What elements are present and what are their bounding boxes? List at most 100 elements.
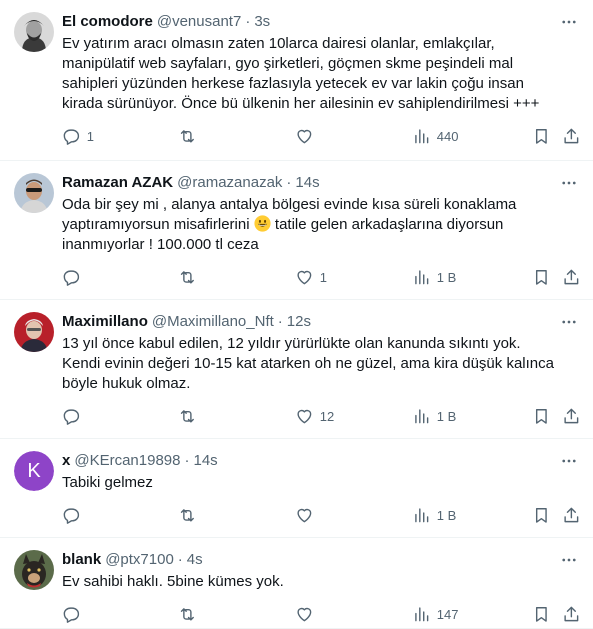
share-button[interactable] (562, 406, 581, 426)
views-button[interactable]: 147 (412, 604, 458, 624)
avatar[interactable]: K (14, 451, 54, 491)
timestamp[interactable]: 14s (295, 173, 319, 193)
heart-icon (297, 270, 312, 284)
timestamp[interactable]: 12s (287, 312, 311, 332)
more-icon[interactable] (559, 173, 579, 193)
analytics-icon (415, 607, 429, 621)
timestamp[interactable]: 14s (193, 451, 217, 471)
more-icon[interactable] (559, 312, 579, 332)
bookmark-button[interactable] (532, 126, 551, 146)
author-name[interactable]: Ramazan AZAK (62, 173, 173, 193)
reply-button[interactable] (62, 505, 87, 525)
bookmark-button[interactable] (532, 604, 551, 624)
retweet-icon (180, 508, 194, 522)
share-icon (564, 507, 579, 522)
author-handle[interactable]: @ptx7100 (105, 550, 174, 570)
tweet[interactable]: blank @ptx7100 · 4s Ev sahibi haklı. 5bi… (0, 538, 593, 629)
more-icon[interactable] (559, 451, 579, 471)
view-count: 1 B (436, 269, 457, 285)
share-icon (564, 128, 579, 143)
heart-icon (297, 508, 312, 522)
retweet-button[interactable] (178, 126, 203, 146)
reply-icon (63, 607, 80, 623)
tweet[interactable]: K x @KErcan19898 · 14s Tabiki gelmez 1 B (0, 439, 593, 538)
reply-button[interactable]: 1 (62, 126, 94, 146)
heart-icon (297, 129, 312, 143)
avatar[interactable] (14, 173, 54, 213)
share-button[interactable] (562, 505, 581, 525)
like-button[interactable] (295, 126, 320, 146)
tweet[interactable]: Maximillano @Maximillano_Nft · 12s 13 yı… (0, 300, 593, 439)
reply-button[interactable] (62, 406, 87, 426)
more-icon[interactable] (559, 550, 579, 570)
like-button[interactable] (295, 505, 320, 525)
share-icon (564, 408, 579, 423)
separator: · (245, 13, 251, 30)
bookmark-icon (535, 507, 547, 523)
bookmark-button[interactable] (532, 505, 551, 525)
author-name[interactable]: Maximillano (62, 312, 148, 332)
bookmark-button[interactable] (532, 267, 551, 287)
view-count: 1 B (436, 507, 457, 523)
retweet-button[interactable] (178, 267, 203, 287)
avatar[interactable] (14, 312, 54, 352)
like-button[interactable] (295, 604, 320, 624)
reply-button[interactable] (62, 604, 87, 624)
author-name[interactable]: x (62, 451, 70, 471)
avatar[interactable] (14, 12, 54, 52)
analytics-icon (415, 409, 429, 423)
share-button[interactable] (562, 267, 581, 287)
tweet-text: Oda bir şey mi , alanya antalya bölgesi … (62, 195, 577, 255)
retweet-button[interactable] (178, 505, 203, 525)
views-button[interactable]: 440 (412, 126, 458, 146)
analytics-icon (415, 270, 429, 284)
retweet-icon (180, 409, 194, 423)
view-count: 440 (436, 128, 459, 144)
timestamp[interactable]: 4s (187, 550, 203, 570)
reply-icon (63, 129, 80, 145)
author-name[interactable]: blank (62, 550, 101, 570)
share-button[interactable] (562, 604, 581, 624)
tweet-text: 13 yıl önce kabul edilen, 12 yıldır yürü… (62, 335, 554, 392)
tweet[interactable]: Ramazan AZAK @ramazanazak · 14s Oda bir … (0, 161, 593, 300)
views-button[interactable]: 1 B (412, 505, 456, 525)
like-button[interactable]: 12 (295, 406, 334, 426)
view-count: 147 (436, 606, 459, 622)
more-icon[interactable] (559, 12, 579, 32)
retweet-button[interactable] (178, 604, 203, 624)
timestamp[interactable]: 3s (254, 12, 270, 32)
like-count: 12 (319, 408, 335, 424)
reply-icon (63, 508, 80, 524)
share-button[interactable] (562, 126, 581, 146)
tweet-text: Ev yatırım aracı olmasın zaten 10larca d… (62, 35, 540, 112)
heart-icon (297, 409, 312, 423)
reply-icon (63, 270, 80, 286)
bookmark-button[interactable] (532, 406, 551, 426)
author-name[interactable]: El comodore (62, 12, 153, 32)
heart-icon (297, 607, 312, 621)
author-handle[interactable]: @ramazanazak (177, 173, 282, 193)
tweet[interactable]: El comodore @venusant7 · 3s Ev yatırım a… (0, 0, 593, 161)
separator: · (286, 174, 292, 191)
author-handle[interactable]: @KErcan19898 (74, 451, 180, 471)
like-count: 1 (319, 269, 327, 285)
reply-button[interactable] (62, 267, 87, 287)
grinning-face-emoji (254, 215, 271, 232)
avatar-letter: K (27, 459, 41, 482)
share-icon (564, 269, 579, 284)
views-button[interactable]: 1 B (412, 406, 456, 426)
retweet-button[interactable] (178, 406, 203, 426)
separator: · (177, 551, 183, 568)
author-handle[interactable]: @Maximillano_Nft (152, 312, 274, 332)
avatar[interactable] (14, 550, 54, 590)
views-button[interactable]: 1 B (412, 267, 456, 287)
like-button[interactable]: 1 (295, 267, 327, 287)
analytics-icon (415, 129, 429, 143)
retweet-icon (180, 129, 194, 143)
reply-count: 1 (86, 128, 94, 144)
bookmark-icon (535, 606, 547, 622)
reply-icon (63, 409, 80, 425)
separator: · (277, 313, 283, 330)
author-handle[interactable]: @venusant7 (157, 12, 241, 32)
retweet-icon (180, 270, 194, 284)
